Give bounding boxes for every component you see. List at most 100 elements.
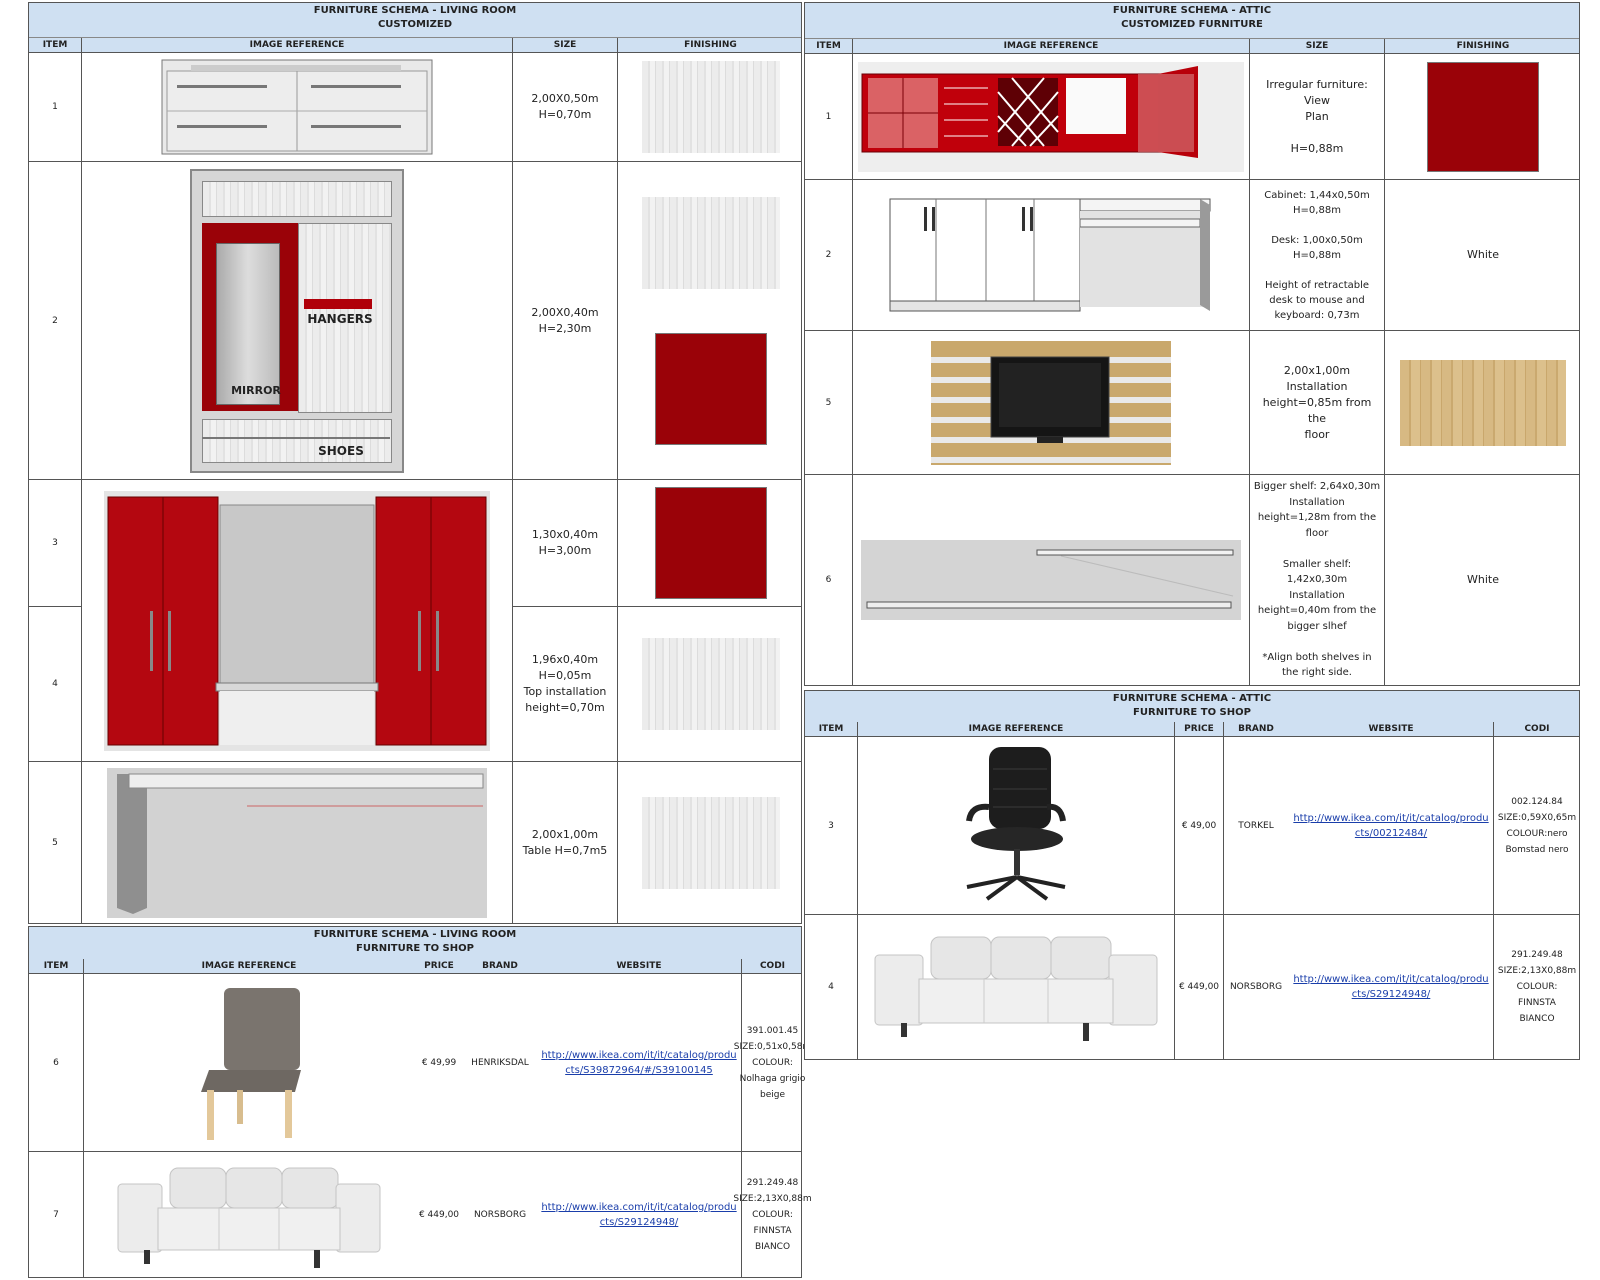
website-cell: http://www.ikea.com/it/it/catalog/produc… <box>537 974 741 1151</box>
mirror-label: MIRROR <box>231 383 281 397</box>
header-size: SIZE <box>553 40 577 50</box>
table-row: 4 € 449,00 NORSBORG http://www.ikea.com/… <box>805 915 1579 1059</box>
website-cell: http://www.ikea.com/it/it/catalog/produc… <box>537 1152 741 1277</box>
item-number: 4 <box>828 982 834 992</box>
brand-value: TORKEL <box>1238 820 1274 831</box>
table-row: 1 Irregular furniture: View Plan H=0,88m <box>805 54 1579 180</box>
price-value: € 49,99 <box>421 1057 457 1068</box>
item-number: 3 <box>52 538 58 548</box>
website-cell: http://www.ikea.com/it/it/catalog/produc… <box>1289 915 1493 1059</box>
living-custom-title: FURNITURE SCHEMA - LIVING ROOM CUSTOMIZE… <box>29 3 801 38</box>
code-value: 291.249.48 SIZE:2,13X0,88m COLOUR: FINNS… <box>1497 950 1577 1024</box>
price-value: € 449,00 <box>418 1209 460 1220</box>
price-value: € 449,00 <box>1178 982 1220 992</box>
size-value: Bigger shelf: 2,64x0,30m Installation he… <box>1253 481 1381 679</box>
office-chair-image <box>858 737 1174 914</box>
item-number: 1 <box>825 111 832 122</box>
header-price: PRICE <box>424 961 454 971</box>
brand-value: NORSBORG <box>1229 982 1283 992</box>
finishing-swatch <box>1385 54 1581 179</box>
header-item: ITEM <box>818 724 844 734</box>
title-line-2: CUSTOMIZED FURNITURE <box>1121 19 1263 30</box>
header-image-reference: IMAGE REFERENCE <box>1003 41 1099 51</box>
white-wood-swatch <box>641 638 780 730</box>
size-value: 2,00X0,40m H=2,30m <box>531 305 599 335</box>
finishing-swatch <box>618 480 803 606</box>
living-custom-panel: FURNITURE SCHEMA - LIVING ROOM CUSTOMIZE… <box>28 2 802 924</box>
sofa-image <box>858 915 1174 1059</box>
website-link[interactable]: http://www.ikea.com/it/it/catalog/produc… <box>539 1048 739 1078</box>
finishing-swatch <box>618 607 803 761</box>
item-number: 4 <box>52 679 58 689</box>
item-number: 6 <box>53 1057 59 1068</box>
table-row: 5 2,00x1,00m Installation height=0,85m f… <box>805 331 1579 475</box>
table-row: 1 2,00X0,50m H=0,70m <box>29 53 801 162</box>
finishing-value: White <box>1467 573 1499 586</box>
website-link[interactable]: http://www.ikea.com/it/it/catalog/produc… <box>539 1200 739 1230</box>
header-item: ITEM <box>43 961 69 971</box>
header-image-reference: IMAGE REFERENCE <box>968 724 1064 734</box>
finishing-swatch <box>618 762 803 924</box>
living-shop-header: ITEM IMAGE REFERENCE PRICE BRAND WEBSITE… <box>29 959 801 974</box>
brand-value: HENRIKSDAL <box>471 1057 529 1068</box>
table-row: 3 € 49,00 TORKEL http://www.ikea.com/it/… <box>805 737 1579 915</box>
header-brand: BRAND <box>1238 724 1274 734</box>
chair-image <box>84 974 414 1151</box>
attic-shop-header: ITEM IMAGE REFERENCE PRICE BRAND WEBSITE… <box>805 722 1579 737</box>
item-number: 3 <box>828 820 834 831</box>
living-shop-panel: FURNITURE SCHEMA - LIVING ROOM FURNITURE… <box>28 926 812 1278</box>
attic-custom-title: FURNITURE SCHEMA - ATTIC CUSTOMIZED FURN… <box>805 3 1579 39</box>
header-brand: BRAND <box>482 961 518 971</box>
table-row: 2 Cabinet: 1,44x0,50m H=0,88m Desk: 1,00… <box>805 180 1579 331</box>
hangers-label: HANGERS <box>307 311 373 326</box>
red-swatch <box>654 332 767 445</box>
title-line-1: FURNITURE SCHEMA - LIVING ROOM <box>313 5 517 16</box>
header-code: CODI <box>759 961 786 971</box>
size-value: 2,00x1,00m Table H=0,7m5 <box>522 828 608 857</box>
attic-custom-header: ITEM IMAGE REFERENCE SIZE FINISHING <box>805 39 1579 54</box>
attic-shop-panel: FURNITURE SCHEMA - ATTIC FURNITURE TO SH… <box>804 690 1580 1060</box>
red-cabinet-image <box>853 54 1249 179</box>
item-number: 2 <box>825 250 832 260</box>
header-image-reference: IMAGE REFERENCE <box>201 961 297 971</box>
finishing-swatch <box>1385 331 1581 474</box>
title-line-2: FURNITURE TO SHOP <box>356 943 474 954</box>
header-finishing: FINISHING <box>1456 41 1510 51</box>
attic-shop-title: FURNITURE SCHEMA - ATTIC FURNITURE TO SH… <box>805 691 1579 723</box>
header-finishing: FINISHING <box>684 40 737 50</box>
size-value: Irregular furniture: View Plan H=0,88m <box>1266 77 1368 155</box>
shelves-image <box>853 475 1249 685</box>
finishing-swatches <box>618 162 803 479</box>
title-line-1: FURNITURE SCHEMA - ATTIC <box>1112 5 1272 16</box>
white-wood-swatch <box>641 61 780 153</box>
header-image-reference: IMAGE REFERENCE <box>249 40 345 50</box>
red-swatch <box>1427 61 1539 172</box>
attic-custom-panel: FURNITURE SCHEMA - ATTIC CUSTOMIZED FURN… <box>804 2 1580 686</box>
code-value: 002.124.84 SIZE:0,59X0,65m COLOUR:nero B… <box>1497 796 1577 855</box>
finishing-value: White <box>1467 248 1499 261</box>
red-swatch <box>654 487 767 599</box>
website-link[interactable]: http://www.ikea.com/it/it/catalog/produc… <box>1291 811 1491 841</box>
sofa-image <box>84 1152 414 1277</box>
tv-wall-unit-image <box>82 480 512 761</box>
tv-panel-image <box>853 331 1249 474</box>
header-price: PRICE <box>1184 724 1214 734</box>
item-number: 2 <box>52 315 58 326</box>
code-value: 291.249.48 SIZE:2,13X0,88m COLOUR: FINNS… <box>733 1177 812 1252</box>
header-code: CODI <box>1524 724 1550 734</box>
size-value: 2,00X0,50m H=0,70m <box>531 92 599 121</box>
website-cell: http://www.ikea.com/it/it/catalog/produc… <box>1289 737 1493 914</box>
title-line-2: FURNITURE TO SHOP <box>1133 707 1251 718</box>
white-wood-swatch <box>641 196 780 289</box>
item-number: 7 <box>53 1209 59 1220</box>
table-row: 6 Bigger shelf: 2,64x0,30m Installation … <box>805 475 1579 685</box>
title-line-2: CUSTOMIZED <box>377 19 453 30</box>
header-website: WEBSITE <box>616 961 662 971</box>
living-custom-header: ITEM IMAGE REFERENCE SIZE FINISHING <box>29 38 801 53</box>
size-value: 2,00x1,00m Installation height=0,85m fro… <box>1262 363 1372 441</box>
title-line-1: FURNITURE SCHEMA - LIVING ROOM <box>313 929 517 940</box>
header-item: ITEM <box>816 41 841 51</box>
website-link[interactable]: http://www.ikea.com/it/it/catalog/produc… <box>1291 972 1491 1002</box>
item-number: 5 <box>52 838 58 848</box>
table-row: 5 2,00x1,00m Table H=0,7m5 <box>29 762 801 924</box>
